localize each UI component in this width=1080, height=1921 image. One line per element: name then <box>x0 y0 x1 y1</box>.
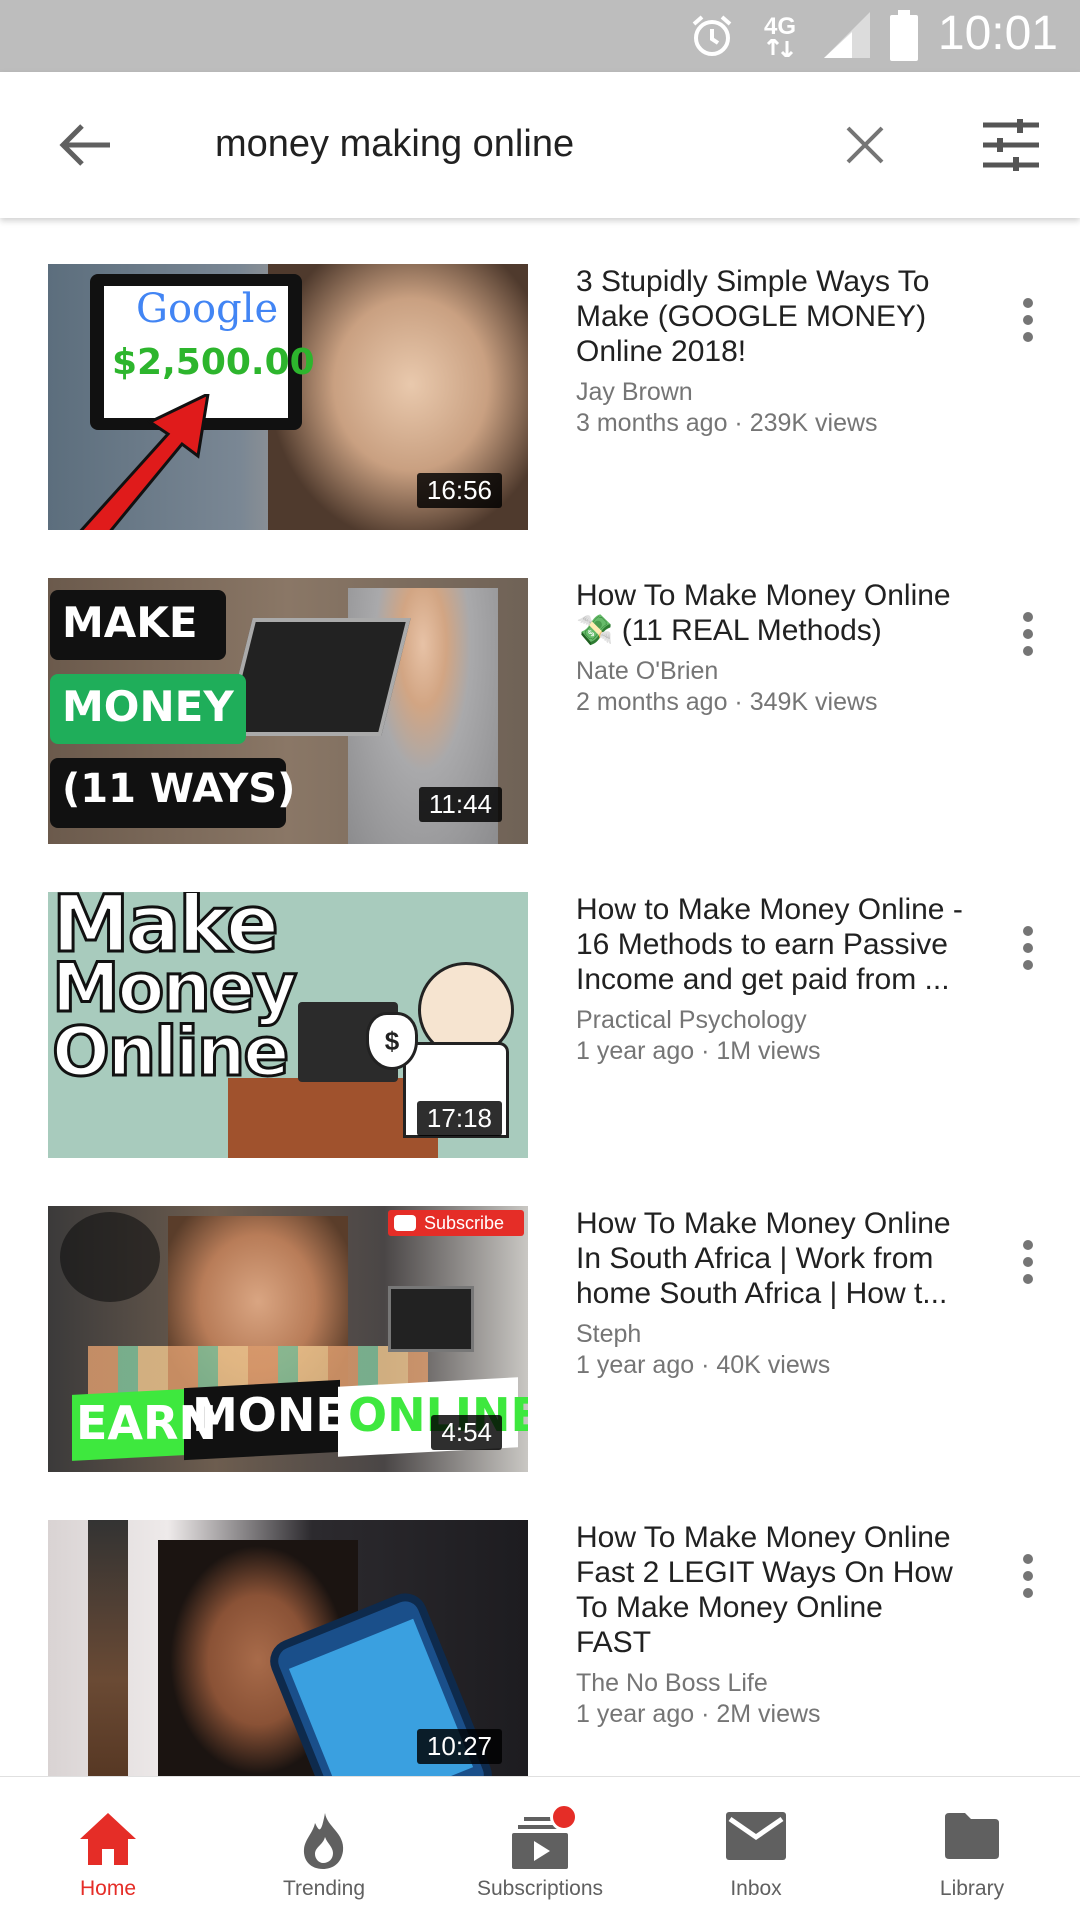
video-stats: 1 year ago · 1M views <box>576 1037 821 1065</box>
back-button[interactable] <box>40 72 130 218</box>
flame-icon <box>303 1813 344 1869</box>
video-thumbnail[interactable]: Google $2,500.00 16:56 <box>48 264 528 530</box>
video-duration: 16:56 <box>416 473 502 508</box>
more-options-button[interactable] <box>1000 1536 1056 1616</box>
more-vert-icon <box>1023 612 1033 656</box>
tripod-guitar-graphic <box>88 1520 128 1786</box>
mail-icon <box>726 1812 786 1860</box>
folder-icon <box>945 1813 999 1859</box>
nav-label: Inbox <box>730 1877 782 1900</box>
video-thumbnail[interactable]: $ Make Money Online 17:18 <box>48 892 528 1158</box>
video-stats: 1 year ago · 40K views <box>576 1351 831 1379</box>
nav-label: Subscriptions <box>476 1877 604 1900</box>
nav-label: Trending <box>282 1877 366 1900</box>
channel-name: Steph <box>576 1320 642 1348</box>
notification-badge <box>550 1803 578 1831</box>
channel-logo-graphic <box>60 1212 160 1302</box>
search-header <box>0 72 1080 218</box>
video-result[interactable]: 10:27 How To Make Money Online Fast 2 LE… <box>0 1520 1080 1786</box>
filter-sliders-icon <box>983 119 1039 171</box>
thumbnail-text: Money <box>50 949 298 1028</box>
video-title[interactable]: How To Make Money Online Fast 2 LEGIT Wa… <box>576 1520 966 1660</box>
video-stats: 1 year ago · 2M views <box>576 1700 821 1728</box>
signal-icon <box>822 0 872 72</box>
network-type-icon: 4G <box>764 0 796 72</box>
status-time: 10:01 <box>937 7 1058 60</box>
more-vert-icon <box>1023 1240 1033 1284</box>
monitor-graphic <box>388 1286 474 1352</box>
video-meta: How To Make Money Online In South Africa… <box>576 1206 966 1381</box>
thumbnail-text: (11 WAYS) <box>62 766 296 812</box>
video-result[interactable]: Google $2,500.00 16:56 3 Stupidly Simple… <box>0 264 1080 530</box>
video-result[interactable]: Subscribe EARN MONEY ONLINE 4:54 How To … <box>0 1206 1080 1472</box>
more-vert-icon <box>1023 298 1033 342</box>
more-vert-icon <box>1023 1554 1033 1598</box>
money-bag-graphic: $ <box>366 1012 418 1070</box>
thumbnail-text: Online <box>50 1013 290 1092</box>
channel-name: Nate O'Brien <box>576 657 719 685</box>
video-title[interactable]: 3 Stupidly Simple Ways To Make (GOOGLE M… <box>576 264 966 369</box>
video-title[interactable]: How To Make Money Online In South Africa… <box>576 1206 966 1311</box>
video-title[interactable]: How To Make Money Online 💸 (11 REAL Meth… <box>576 578 966 648</box>
more-vert-icon <box>1023 926 1033 970</box>
more-options-button[interactable] <box>1000 594 1056 674</box>
video-stats: 3 months ago · 239K views <box>576 409 878 437</box>
nav-home[interactable]: Home <box>0 1777 216 1921</box>
status-bar: 4G 10:01 <box>0 0 1080 72</box>
search-filters-button[interactable] <box>966 72 1056 218</box>
video-duration: 11:44 <box>418 787 502 822</box>
channel-name: Jay Brown <box>576 378 693 406</box>
channel-name: Practical Psychology <box>576 1006 807 1034</box>
bottom-navigation: Home Trending Subscriptions Inbox Librar… <box>0 1776 1080 1921</box>
video-meta: 3 Stupidly Simple Ways To Make (GOOGLE M… <box>576 264 966 439</box>
video-meta: How To Make Money Online Fast 2 LEGIT Wa… <box>576 1520 966 1730</box>
video-result[interactable]: MAKE MONEY (11 WAYS) 11:44 How To Make M… <box>0 578 1080 844</box>
nav-label: Library <box>939 1877 1005 1900</box>
video-duration: 4:54 <box>431 1415 502 1450</box>
clear-search-button[interactable] <box>822 72 908 218</box>
video-thumbnail[interactable]: Subscribe EARN MONEY ONLINE 4:54 <box>48 1206 528 1472</box>
nav-inbox[interactable]: Inbox <box>648 1777 864 1921</box>
subscribe-watermark: Subscribe <box>388 1210 524 1236</box>
red-arrow-graphic <box>79 394 210 530</box>
nav-subscriptions[interactable]: Subscriptions <box>432 1777 648 1921</box>
video-title[interactable]: How to Make Money Online - 16 Methods to… <box>576 892 966 997</box>
channel-name: The No Boss Life <box>576 1669 768 1697</box>
thumbnail-text: MAKE <box>62 598 198 647</box>
thumbnail-text: Google <box>136 286 279 332</box>
video-stats: 2 months ago · 349K views <box>576 688 878 716</box>
more-options-button[interactable] <box>1000 1222 1056 1302</box>
video-meta: How To Make Money Online 💸 (11 REAL Meth… <box>576 578 966 718</box>
video-thumbnail[interactable]: 10:27 <box>48 1520 528 1786</box>
more-options-button[interactable] <box>1000 908 1056 988</box>
nav-trending[interactable]: Trending <box>216 1777 432 1921</box>
thumbnail-text: $2,500.00 <box>112 342 315 383</box>
home-icon <box>80 1813 136 1865</box>
nav-label: Home <box>79 1877 137 1900</box>
battery-icon <box>888 0 920 72</box>
video-result[interactable]: $ Make Money Online 17:18 How to Make Mo… <box>0 892 1080 1158</box>
video-duration: 17:18 <box>416 1101 502 1136</box>
close-icon <box>846 126 884 164</box>
video-duration: 10:27 <box>416 1729 502 1764</box>
search-input[interactable] <box>215 114 775 174</box>
thumbnail-text: MONEY <box>62 682 234 731</box>
laptop-graphic <box>223 618 411 736</box>
play-icon <box>394 1215 416 1231</box>
video-meta: How to Make Money Online - 16 Methods to… <box>576 892 966 1067</box>
video-thumbnail[interactable]: MAKE MONEY (11 WAYS) 11:44 <box>48 578 528 844</box>
alarm-icon <box>688 0 736 72</box>
back-arrow-icon <box>59 124 110 166</box>
nav-library[interactable]: Library <box>864 1777 1080 1921</box>
more-options-button[interactable] <box>1000 280 1056 360</box>
